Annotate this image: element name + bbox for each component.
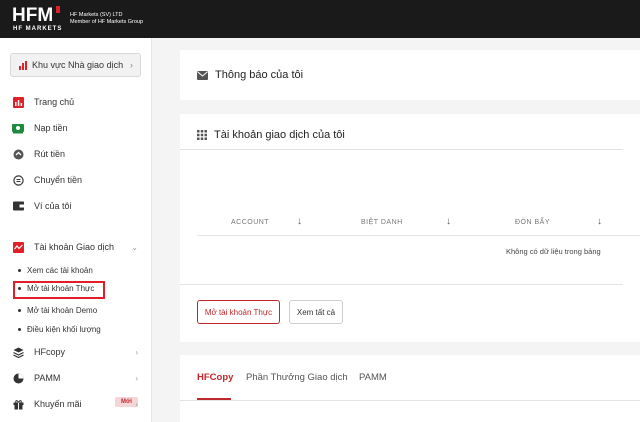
withdraw-icon [12, 148, 24, 160]
logo-red-mark [56, 6, 60, 13]
column-header-leverage[interactable]: ĐÒN BẨY [515, 219, 550, 226]
sidebar-item-wallet[interactable]: Ví của tôi [12, 199, 140, 213]
trading-accounts-icon [12, 241, 24, 253]
notifications-title-text: Thông báo của tôi [215, 69, 304, 81]
tab-trading-rewards[interactable]: Phần Thưởng Giao dịch [246, 372, 348, 383]
chevron-right-icon: › [135, 399, 138, 409]
sidebar-item-promotions[interactable]: Khuyến mãi Mới › [12, 397, 140, 411]
sidebar: Khu vực Nhà giao dịch › Trang chủ Nạp ti… [0, 38, 152, 422]
sub-item-label: Xem các tài khoản [27, 266, 93, 275]
bullet-icon [18, 328, 21, 331]
view-all-button[interactable]: Xem tất cả [289, 300, 343, 324]
sub-item-open-demo-account[interactable]: Mở tài khoản Demo [18, 306, 97, 315]
company-info: HF Markets (SV) LTD Member of HF Markets… [70, 12, 143, 26]
sidebar-item-home[interactable]: Trang chủ [12, 95, 140, 109]
chevron-right-icon: › [135, 373, 138, 383]
accounts-title-text: Tài khoản giao dịch của tôi [214, 129, 345, 141]
chart-icon [12, 96, 24, 108]
sort-arrow-icon[interactable]: ↓ [446, 216, 451, 227]
sidebar-item-label: Trang chủ [34, 97, 75, 107]
bar-chart-icon [19, 60, 27, 70]
chevron-down-icon: ⌄ [131, 242, 138, 252]
trader-area-button[interactable]: Khu vực Nhà giao dịch › [10, 53, 141, 77]
open-live-account-button[interactable]: Mở tài khoản Thực [197, 300, 280, 324]
pie-chart-icon [12, 372, 24, 384]
sidebar-item-label: Tài khoản Giao dịch [34, 242, 115, 252]
chevron-right-icon: › [135, 347, 138, 357]
envelope-icon [197, 70, 208, 80]
column-header-nickname[interactable]: BIỆT DANH [361, 219, 403, 226]
sidebar-item-withdraw[interactable]: Rút tiền [12, 147, 140, 161]
transfer-icon [12, 174, 24, 186]
sort-arrow-icon[interactable]: ↓ [597, 216, 602, 227]
sidebar-item-pamm[interactable]: PAMM › [12, 371, 140, 385]
deposit-icon [12, 122, 24, 134]
sidebar-item-label: Nạp tiền [34, 123, 68, 133]
logo-text: HFM [12, 5, 54, 26]
sidebar-item-label: Rút tiền [34, 149, 66, 159]
sidebar-item-label: Chuyển tiền [34, 175, 83, 185]
tabs-divider [180, 400, 640, 401]
sub-item-volume-conditions[interactable]: Điều kiện khối lượng [18, 325, 101, 334]
title-divider [180, 149, 623, 150]
sidebar-item-transfer[interactable]: Chuyển tiền [12, 173, 140, 187]
trader-area-label: Khu vực Nhà giao dịch [32, 60, 124, 70]
footer-divider [180, 284, 623, 285]
gift-icon [12, 398, 24, 410]
accounts-title: Tài khoản giao dịch của tôi [197, 129, 345, 141]
chevron-right-icon: › [130, 60, 133, 70]
bullet-icon [18, 309, 21, 312]
logo-subtext: HF MARKETS [13, 26, 63, 32]
sub-item-label: Điều kiện khối lượng [27, 325, 101, 334]
table-header-divider [197, 235, 640, 236]
grid-icon [197, 130, 207, 140]
sidebar-item-label: Ví của tôi [34, 201, 72, 211]
sidebar-item-hfcopy[interactable]: HFcopy › [12, 345, 140, 359]
column-header-account[interactable]: ACCOUNT [231, 219, 269, 226]
company-group: Member of HF Markets Group [70, 19, 144, 25]
sidebar-item-label: Khuyến mãi [34, 399, 82, 409]
company-name: HF Markets (SV) LTD [70, 12, 123, 18]
tabs-card [180, 355, 640, 422]
empty-table-message: Không có dữ liệu trong bảng [506, 247, 601, 256]
tab-pamm[interactable]: PAMM [359, 372, 387, 383]
sort-arrow-icon[interactable]: ↓ [297, 216, 302, 227]
sidebar-item-label: PAMM [34, 373, 61, 383]
sidebar-item-trading-accounts[interactable]: Tài khoản Giao dịch ⌄ [12, 240, 140, 254]
wallet-icon [12, 200, 24, 212]
highlight-box [13, 281, 105, 299]
sidebar-item-deposit[interactable]: Nạp tiền [12, 121, 140, 135]
top-bar: HFM HF MARKETS HF Markets (SV) LTD Membe… [0, 0, 640, 38]
layers-icon [12, 346, 24, 358]
sidebar-item-label: HFcopy [34, 347, 66, 357]
hfm-logo[interactable]: HFM HF MARKETS [12, 6, 72, 34]
bullet-icon [18, 269, 21, 272]
sub-item-view-accounts[interactable]: Xem các tài khoản [18, 266, 93, 275]
tab-hfcopy[interactable]: HFCopy [197, 372, 233, 383]
notifications-title: Thông báo của tôi [197, 69, 303, 81]
sub-item-label: Mở tài khoản Demo [27, 306, 98, 315]
